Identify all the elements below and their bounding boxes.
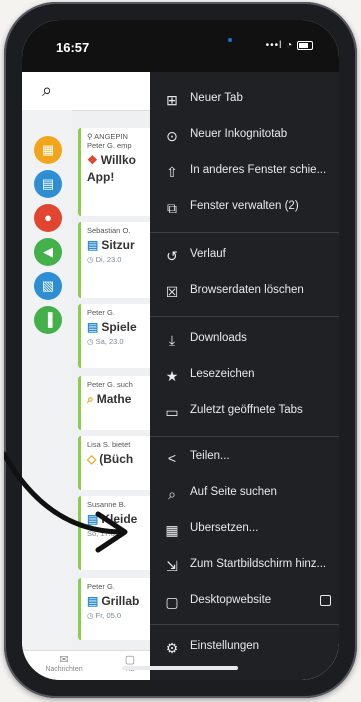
menu-item-translate[interactable]: ▦ Übersetzen... — [150, 514, 339, 546]
menu-item-settings[interactable]: ⚙ Einstellungen — [150, 632, 339, 664]
signal-icon: •••l — [265, 40, 283, 51]
menu-item-history[interactable]: ↺ Verlauf — [150, 240, 339, 272]
menu-separator — [150, 436, 339, 437]
share-icon: < — [167, 450, 177, 466]
menu-item-label: Browserdaten löschen — [190, 284, 304, 296]
history-icon: ↺ — [166, 248, 178, 264]
category-chart-button[interactable]: ▐ — [34, 306, 62, 334]
translate-icon: ▦ — [165, 522, 179, 538]
add-to-home-icon: ⇲ — [166, 558, 178, 574]
menu-item-find-in-page[interactable]: ⌕ Auf Seite suchen — [150, 478, 339, 510]
calendar-icon: ▤ — [87, 512, 99, 526]
category-map-button[interactable]: ▧ — [34, 272, 62, 300]
map-icon: ▧ — [41, 278, 55, 293]
menu-item-label: Fenster verwalten (2) — [190, 200, 299, 212]
menu-item-label: Neuer Tab — [190, 92, 243, 104]
devices-icon: ▭ — [165, 404, 179, 420]
search-icon[interactable]: ⌕ — [42, 80, 52, 101]
wifi-icon: ◔ — [286, 40, 294, 51]
find-icon: ⌕ — [168, 486, 176, 502]
menu-separator — [150, 232, 339, 233]
calendar-icon: ▤ — [87, 238, 99, 252]
browser-overflow-menu: ⊞ Neuer Tab ⊙ Neuer Inkognitotab ⇧ In ander… — [150, 72, 339, 680]
category-grid-button[interactable]: ▦ — [34, 136, 62, 164]
megaphone-icon: ◀ — [43, 244, 53, 259]
phone-frame: 16:57 •••l ◔ ⌕ ▦ ▤ ● ◀ ▧ ▐ ⚲ ANGEPIN Pet… — [4, 2, 357, 698]
calendar-icon: ▤ — [41, 176, 55, 191]
mail-icon: ✉ — [59, 654, 69, 666]
menu-item-desktop-site[interactable]: ▢ Desktopwebsite — [150, 586, 339, 618]
star-icon: ★ — [165, 368, 179, 384]
status-icons: •••l ◔ — [266, 40, 313, 51]
move-window-icon: ⇧ — [166, 164, 178, 180]
menu-item-label: Zum Startbildschirm hinz... — [190, 558, 327, 570]
menu-item-label: Auf Seite suchen — [190, 486, 277, 498]
category-idea-button[interactable]: ● — [34, 204, 62, 232]
menu-item-clear-browsing-data[interactable]: ☒ Browserdaten löschen — [150, 276, 339, 308]
nav-messages-label: Nachrichten — [45, 666, 83, 673]
menu-item-recent-tabs[interactable]: ▭ Zuletzt geöffnete Tabs — [150, 396, 339, 428]
menu-item-label: Zuletzt geöffnete Tabs — [190, 404, 303, 416]
menu-item-new-tab[interactable]: ⊞ Neuer Tab — [150, 84, 339, 116]
desktop-site-checkbox[interactable] — [320, 595, 331, 606]
menu-item-manage-windows[interactable]: ⧉ Fenster verwalten (2) — [150, 192, 339, 224]
camera-dot — [228, 38, 232, 42]
incognito-icon: ⊙ — [166, 128, 178, 144]
status-bar: 16:57 •••l ◔ — [22, 20, 339, 72]
menu-item-label: Desktopwebsite — [190, 594, 272, 606]
nav-messages[interactable]: ✉ Nachrichten — [36, 653, 92, 673]
download-icon: ⤓ — [168, 332, 176, 348]
menu-separator — [150, 316, 339, 317]
category-calendar-button[interactable]: ▤ — [34, 170, 62, 198]
category-megaphone-button[interactable]: ◀ — [34, 238, 62, 266]
status-time: 16:57 — [56, 40, 90, 55]
menu-separator — [150, 624, 339, 625]
menu-item-label: Neuer Inkognitotab — [190, 128, 288, 140]
chart-icon: ▐ — [43, 312, 53, 327]
menu-item-move-to-other-window[interactable]: ⇧ In anderes Fenster schie... — [150, 156, 339, 188]
menu-item-label: In anderes Fenster schie... — [190, 164, 327, 176]
menu-item-downloads[interactable]: ⤓ Downloads — [150, 324, 339, 356]
windows-icon: ⧉ — [167, 200, 177, 216]
category-rail: ▦ ▤ ● ◀ ▧ ▐ — [22, 110, 72, 650]
battery-icon — [297, 40, 313, 50]
menu-item-label: Verlauf — [190, 248, 226, 260]
home-indicator — [122, 666, 238, 670]
tag-icon: ◇ — [87, 452, 97, 466]
lightbulb-icon: ❖ — [87, 153, 98, 167]
grid-icon: ▦ — [41, 142, 55, 157]
calendar-icon: ▤ — [87, 594, 99, 608]
menu-item-label: Einstellungen — [190, 640, 260, 652]
nav-second[interactable]: ▢ Ka — [118, 653, 142, 673]
menu-item-label: Downloads — [190, 332, 247, 344]
menu-item-share[interactable]: < Teilen... — [150, 442, 339, 474]
menu-item-bookmarks[interactable]: ★ Lesezeichen — [150, 360, 339, 392]
menu-item-add-to-home-screen[interactable]: ⇲ Zum Startbildschirm hinz... — [150, 550, 339, 582]
menu-item-new-incognito-tab[interactable]: ⊙ Neuer Inkognitotab — [150, 120, 339, 152]
screen: 16:57 •••l ◔ ⌕ ▦ ▤ ● ◀ ▧ ▐ ⚲ ANGEPIN Pet… — [22, 20, 339, 680]
lightbulb-icon: ● — [44, 210, 52, 225]
menu-item-label: Lesezeichen — [190, 368, 255, 380]
trash-icon: ☒ — [165, 284, 179, 300]
new-tab-icon: ⊞ — [166, 92, 178, 108]
nav-second-icon: ▢ — [124, 654, 136, 666]
menu-item-label: Übersetzen... — [190, 522, 259, 534]
gear-icon: ⚙ — [165, 640, 179, 656]
menu-item-label: Teilen... — [190, 450, 230, 462]
calendar-icon: ▤ — [87, 320, 99, 334]
desktop-icon: ▢ — [165, 594, 179, 610]
search-icon: ⌕ — [87, 392, 94, 406]
